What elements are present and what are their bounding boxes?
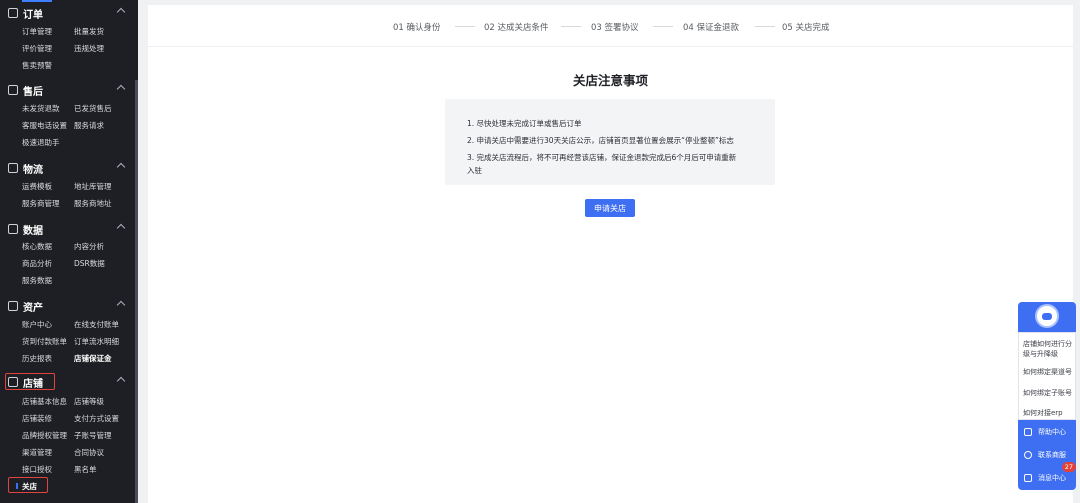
- assets-icon: [8, 301, 18, 311]
- sidebar-item-contract[interactable]: 合同协议: [74, 447, 104, 458]
- chevron-up-icon: [116, 223, 126, 233]
- sidebar-item-dsr-data[interactable]: DSR数据: [74, 258, 105, 269]
- after-sale-icon: [8, 85, 18, 95]
- sidebar-item-service-request[interactable]: 服务请求: [74, 120, 104, 131]
- robot-assistant-icon[interactable]: [1035, 304, 1059, 328]
- message-center-button[interactable]: 消息中心 27: [1018, 462, 1076, 489]
- active-item-marker: [16, 483, 18, 489]
- faq-item[interactable]: 如何对接erp: [1023, 408, 1063, 418]
- sidebar-item-service-data[interactable]: 服务数据: [22, 275, 52, 286]
- sidebar-item-cod-bill[interactable]: 货到付款账单: [22, 336, 67, 347]
- sidebar-item-history-report[interactable]: 历史报表: [22, 353, 52, 364]
- step-separator: [561, 26, 581, 27]
- sidebar-item-fast-refund[interactable]: 极速退助手: [22, 137, 60, 148]
- step-4: 04 保证金退款: [683, 23, 740, 33]
- notice-line-3: 3. 完成关店流程后，将不可再经营该店铺，保证金退款完成后6个月后可申请重新: [467, 153, 737, 162]
- progress-steps: 01 确认身份 02 达成关店条件 03 签署协议 04 保证金退款 05 关店…: [148, 5, 1073, 47]
- sidebar-item-brand-auth[interactable]: 品牌授权管理: [22, 430, 67, 441]
- data-icon: [8, 224, 18, 234]
- sidebar-item-cs-phone[interactable]: 客服电话设置: [22, 120, 67, 131]
- sidebar-item-account-center[interactable]: 账户中心: [22, 319, 52, 330]
- sidebar-item-shop-level[interactable]: 店铺等级: [74, 396, 104, 407]
- sidebar-item-shop-info[interactable]: 店铺基本信息: [22, 396, 67, 407]
- sidebar-item-order-flow[interactable]: 订单流水明细: [74, 336, 119, 347]
- step-2: 02 达成关店条件: [484, 23, 549, 33]
- faq-item[interactable]: 如何绑定子账号: [1023, 388, 1072, 398]
- sidebar-item-content-analysis[interactable]: 内容分析: [74, 241, 104, 252]
- help-center-label: 帮助中心: [1038, 427, 1066, 436]
- step-separator: [755, 26, 775, 27]
- sidebar-item-product-analysis[interactable]: 商品分析: [22, 258, 52, 269]
- sidebar-group-order[interactable]: 订单: [8, 5, 130, 21]
- chevron-up-icon: [116, 162, 126, 172]
- sidebar-group-shop[interactable]: 店铺: [8, 374, 130, 390]
- sidebar-item-api-auth[interactable]: 接口授权: [22, 464, 52, 475]
- sidebar: 订单 订单管理 批量发货 评价管理 违规处理 售卖预警 售后 未发货退款 已发货…: [0, 0, 138, 503]
- sidebar-item-order-manage[interactable]: 订单管理: [22, 26, 52, 37]
- notice-box: 1. 尽快处理未完成订单或售后订单 2. 申请关店中需要进行30天关店公示，店铺…: [445, 99, 775, 185]
- message-icon: [1024, 473, 1032, 482]
- sidebar-item-shipped-aftersale[interactable]: 已发货售后: [74, 103, 112, 114]
- sidebar-item-review-manage[interactable]: 评价管理: [22, 43, 52, 54]
- help-header: [1018, 302, 1076, 332]
- sidebar-group-logistics[interactable]: 物流: [8, 160, 130, 176]
- sidebar-item-shop-decoration[interactable]: 店铺装修: [22, 413, 52, 424]
- faq-item[interactable]: 店铺如何进行分级与升降级: [1023, 339, 1075, 359]
- message-center-label: 消息中心: [1038, 473, 1066, 482]
- chevron-up-icon: [116, 376, 126, 386]
- sidebar-item-payment-settings[interactable]: 支付方式设置: [74, 413, 119, 424]
- sidebar-item-address-library[interactable]: 地址库管理: [74, 181, 112, 192]
- notice-title: 关店注意事项: [572, 73, 648, 88]
- sidebar-scrollbar[interactable]: [135, 80, 138, 503]
- step-separator: [455, 26, 475, 27]
- shop-icon: [8, 377, 18, 387]
- order-icon: [8, 8, 18, 18]
- help-widget: 店铺如何进行分级与升降级 如何绑定渠道号 如何绑定子账号 如何对接erp 帮助中…: [1018, 302, 1076, 490]
- faq-item[interactable]: 如何绑定渠道号: [1023, 367, 1072, 377]
- contact-service-label: 联系商服: [1038, 450, 1066, 459]
- sidebar-group-assets[interactable]: 资产: [8, 298, 130, 314]
- sidebar-item-core-data[interactable]: 核心数据: [22, 241, 52, 252]
- sidebar-item-batch-ship[interactable]: 批量发货: [74, 26, 104, 37]
- sidebar-item-sub-account[interactable]: 子账号管理: [74, 430, 112, 441]
- chevron-up-icon: [116, 84, 126, 94]
- main-panel: 01 确认身份 02 达成关店条件 03 签署协议 04 保证金退款 05 关店…: [148, 5, 1073, 503]
- help-actions: 帮助中心 联系商服 消息中心 27: [1018, 420, 1076, 490]
- notice-line-2: 2. 申请关店中需要进行30天关店公示，店铺首页显著位置会展示“停业整顿”标志: [467, 136, 734, 145]
- logistics-icon: [8, 163, 18, 173]
- sidebar-item-sale-warning[interactable]: 售卖预警: [22, 60, 52, 71]
- sidebar-item-blacklist[interactable]: 黑名单: [74, 464, 97, 475]
- sidebar-item-close-shop[interactable]: 关店: [22, 481, 37, 492]
- sidebar-item-unshipped-refund[interactable]: 未发货退款: [22, 103, 60, 114]
- robot-face: [1042, 313, 1052, 320]
- sidebar-item-provider-address[interactable]: 服务商地址: [74, 198, 112, 209]
- faq-list: 店铺如何进行分级与升降级 如何绑定渠道号 如何绑定子账号 如何对接erp: [1018, 332, 1076, 420]
- step-1: 01 确认身份: [393, 23, 441, 33]
- step-3: 03 签署协议: [591, 23, 639, 33]
- sidebar-group-data[interactable]: 数据: [8, 221, 130, 237]
- sidebar-item-violation[interactable]: 违规处理: [74, 43, 104, 54]
- notice-line-1: 1. 尽快处理未完成订单或售后订单: [467, 119, 582, 128]
- sidebar-group-after-sale[interactable]: 售后: [8, 82, 130, 98]
- notice-line-4: 入驻: [467, 166, 482, 175]
- unread-badge: 27: [1061, 462, 1076, 472]
- headset-icon: [1024, 450, 1032, 459]
- sidebar-item-shop-deposit[interactable]: 店铺保证金: [74, 353, 112, 364]
- step-5: 05 关店完成: [782, 23, 830, 33]
- step-separator: [653, 26, 673, 27]
- sidebar-item-freight-template[interactable]: 运费模板: [22, 181, 52, 192]
- info-icon: [1024, 427, 1032, 436]
- sidebar-item-channel-manage[interactable]: 渠道管理: [22, 447, 52, 458]
- sidebar-item-provider-manage[interactable]: 服务商管理: [22, 198, 60, 209]
- help-center-button[interactable]: 帮助中心: [1018, 420, 1076, 443]
- sidebar-item-online-bill[interactable]: 在线支付账单: [74, 319, 119, 330]
- active-indicator: [22, 0, 52, 2]
- apply-close-shop-button[interactable]: 申请关店: [585, 199, 635, 217]
- chevron-up-icon: [116, 7, 126, 17]
- chevron-up-icon: [116, 300, 126, 310]
